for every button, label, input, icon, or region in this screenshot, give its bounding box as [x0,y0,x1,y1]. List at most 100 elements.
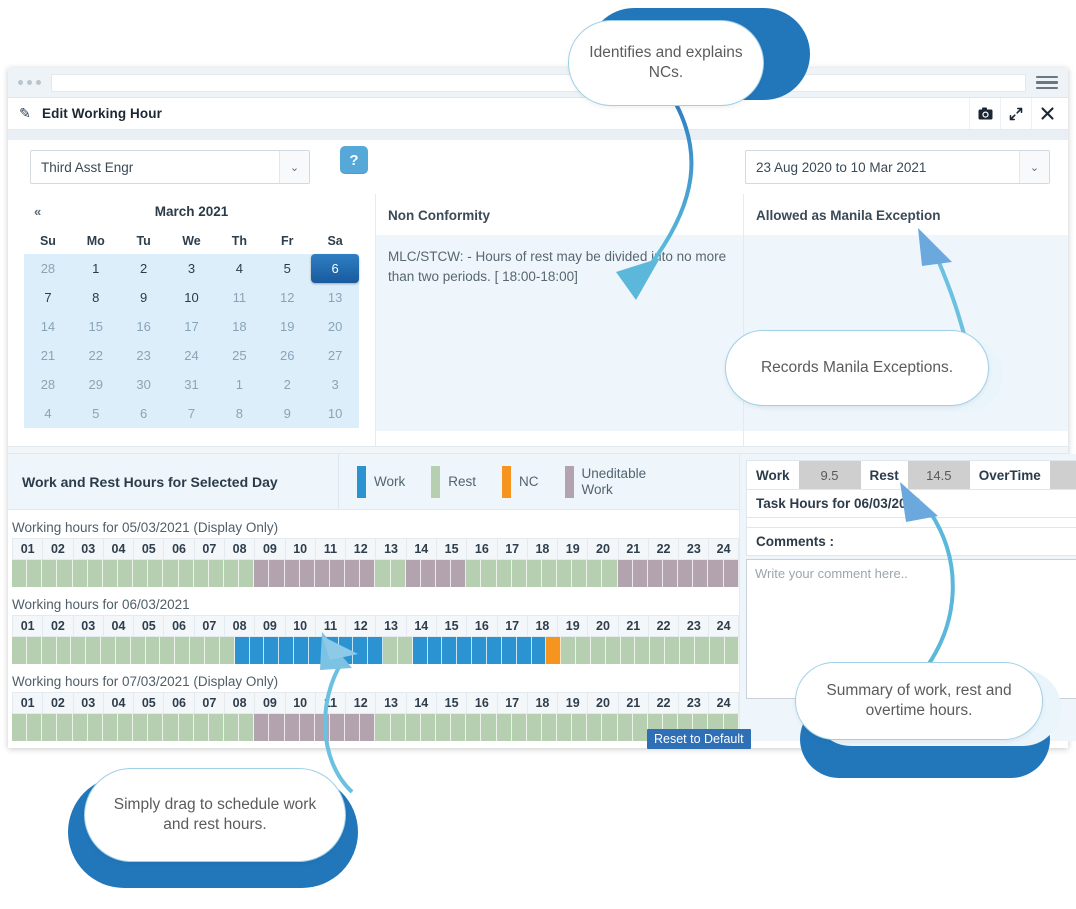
callout-summary: Summary of work, rest and overtime hours… [795,662,1061,746]
calendar-column: « March 2021 Su Mo Tu We Th Fr Sa 28 1 2 3 4 5 6 7 8 9 1… [8,194,376,446]
schedule-left: Work and Rest Hours for Selected Day Wor… [8,454,740,741]
hour-cell-rest[interactable] [383,637,398,664]
hour-cell-rest[interactable] [605,637,621,664]
address-bar[interactable] [51,73,1026,92]
hour-cell-rest[interactable] [694,637,710,664]
hour-cell-work[interactable] [353,637,369,664]
hour-cell-rest[interactable] [101,637,116,664]
calendar-day[interactable]: 3 [168,254,216,283]
hour-cell-work[interactable] [457,637,473,664]
calendar-day[interactable]: 5 [263,254,311,283]
hour-cell-work[interactable] [264,637,280,664]
hour-cell-rest[interactable] [397,637,413,664]
hour-cell-rest[interactable] [175,637,191,664]
hour-cell-rest [102,560,118,587]
hour-cell-rest[interactable] [41,637,57,664]
hour-cell-work[interactable] [249,637,265,664]
hour-cell-work[interactable] [442,637,458,664]
calendar-day[interactable]: 1 [72,254,120,283]
hour-cell-rest[interactable] [635,637,651,664]
hour-cell-rest[interactable] [576,637,591,664]
hour-cell-rest[interactable] [650,637,666,664]
hour-header-cell: 01 [12,615,43,637]
browser-toolbar [8,68,1068,98]
hour-cell-rest [466,560,482,587]
help-icon[interactable]: ? [340,146,368,174]
hour-cell-rest[interactable] [561,637,577,664]
hour-cell-work[interactable] [308,637,324,664]
hour-header-cell: 08 [223,615,255,637]
hour-cell-rest[interactable] [204,637,220,664]
hour-cell-rest[interactable] [56,637,72,664]
calendar-day[interactable]: 7 [24,283,72,312]
calendar-day: 10 [327,406,343,421]
hour-header-cell: 23 [678,538,709,560]
calendar-day[interactable]: 4 [215,254,263,283]
hour-cell-rest[interactable] [130,637,146,664]
hour-cell-nc[interactable] [546,637,562,664]
hour-cell-rest[interactable] [190,637,205,664]
calendar-day[interactable]: 9 [120,283,168,312]
reset-to-default-button[interactable]: Reset to Default [647,729,751,749]
hour-cell-work[interactable] [294,637,309,664]
hour-cell-rest[interactable] [724,637,740,664]
legend-item-rest: Rest [431,465,476,498]
hour-cell-rest[interactable] [71,637,87,664]
rank-select[interactable]: Third Asst Engr ⌄ [30,150,310,184]
hour-cell-rest[interactable] [115,637,131,664]
hour-bar[interactable] [12,637,740,664]
calendar-day[interactable]: 2 [120,254,168,283]
hour-header-cell: 11 [314,615,346,637]
hour-cell-rest[interactable] [709,637,725,664]
hour-cell-rest [117,560,134,587]
hour-cell-rest[interactable] [160,637,176,664]
hour-cell-rest [511,714,527,741]
hour-cell-work[interactable] [487,637,502,664]
calendar-prev-button[interactable]: « [34,204,41,219]
hour-cell-work[interactable] [323,637,339,664]
hour-cell-work[interactable] [279,637,295,664]
hour-cell-rest[interactable] [219,637,235,664]
hour-cell-work[interactable] [234,637,250,664]
hour-header-cell: 21 [617,615,648,637]
hour-table: 01 02 03 04 05 06 07 08 09 10 11 12 13 14 15 16 17 18 19 20… [12,615,740,664]
rest-label: Rest [869,467,899,483]
day-row-label: Working hours for 06/03/2021 [12,597,190,612]
hour-header-cell: 01 [12,692,43,714]
hour-cell-work[interactable] [338,637,354,664]
hour-header-cell: 14 [405,538,436,560]
hour-cell-work[interactable] [472,637,487,664]
hour-cell-rest [420,714,436,741]
hamburger-menu-icon[interactable] [1036,75,1058,90]
hour-cell-work[interactable] [427,637,443,664]
hour-cell-rest [193,560,209,587]
hour-cell-rest[interactable] [665,637,680,664]
calendar-day[interactable]: 10 [168,283,216,312]
hour-header-cell: 15 [435,692,467,714]
hour-cell-uneditable [693,560,709,587]
hour-cell-rest[interactable] [679,637,695,664]
hour-cell-work[interactable] [501,637,517,664]
hour-cell-work[interactable] [531,637,547,664]
hour-header-cell: 03 [72,615,103,637]
period-select[interactable]: 23 Aug 2020 to 10 Mar 2021 ⌄ [745,150,1050,184]
screenshot-button[interactable] [969,98,1000,129]
hour-cell-rest[interactable] [26,637,42,664]
hour-cell-rest[interactable] [590,637,606,664]
hour-cell-rest[interactable] [12,637,27,664]
hour-cell-work[interactable] [412,637,428,664]
close-button[interactable] [1031,98,1062,129]
hour-cell-work[interactable] [516,637,532,664]
legend-swatch-work [357,465,366,498]
hour-cell-rest [178,560,194,587]
hour-cell-rest [557,714,573,741]
hour-cell-rest [602,714,618,741]
hour-cell-rest[interactable] [620,637,636,664]
calendar-day[interactable]: 8 [72,283,120,312]
calendar-day-selected[interactable]: 6 [311,254,360,283]
expand-button[interactable] [1000,98,1031,129]
hour-cell-work[interactable] [368,637,384,664]
hour-cell-rest[interactable] [145,637,161,664]
calendar-weekday-su: Su [39,234,56,248]
hour-cell-rest[interactable] [86,637,102,664]
